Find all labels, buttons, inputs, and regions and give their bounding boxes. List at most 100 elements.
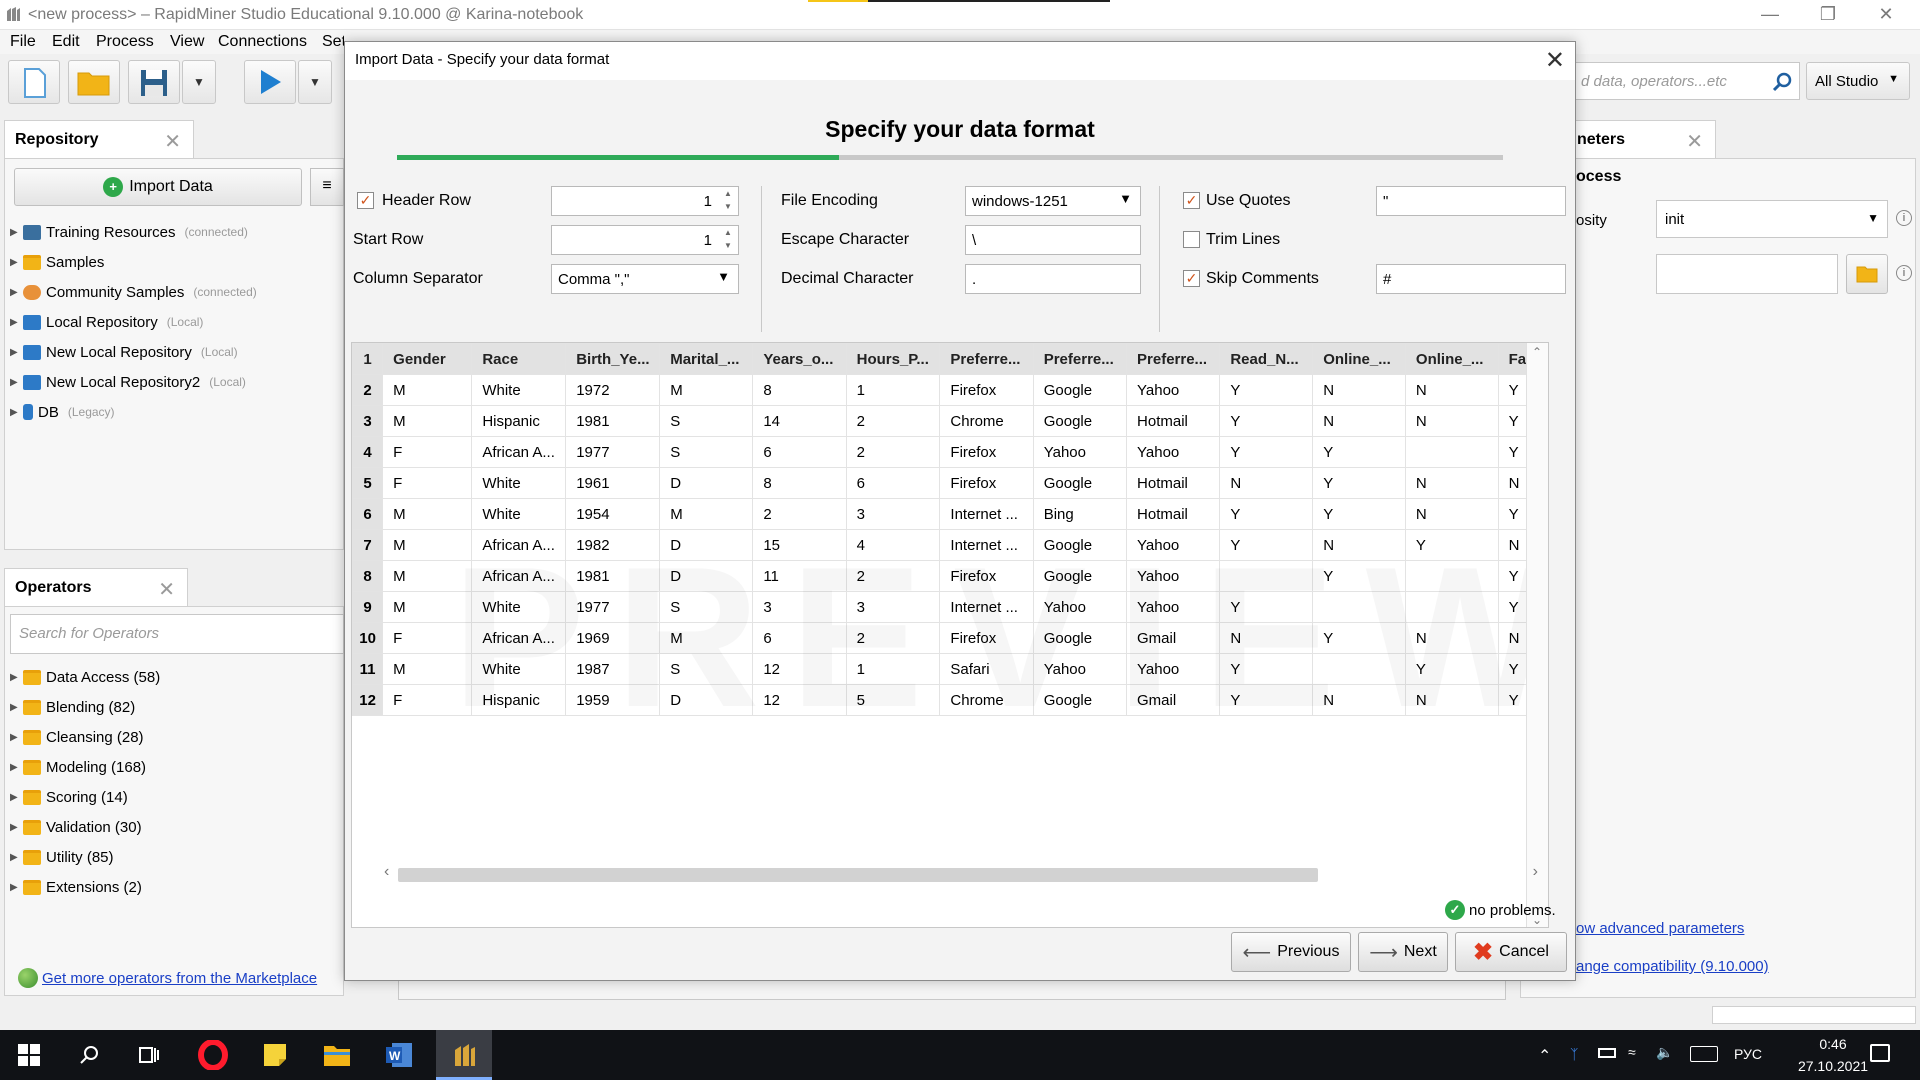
menu-process[interactable]: Process bbox=[96, 33, 154, 51]
column-header[interactable]: Preferre... bbox=[1032, 343, 1128, 375]
table-cell[interactable]: Yahoo bbox=[1126, 436, 1221, 468]
repo-item-training-resources[interactable]: ▶ Training Resources (connected) bbox=[10, 220, 248, 244]
cancel-button[interactable]: ✖ Cancel bbox=[1455, 932, 1567, 972]
repository-menu-icon[interactable]: ≡ bbox=[310, 168, 344, 206]
global-search-input[interactable]: d data, operators...etc bbox=[1574, 62, 1800, 100]
operator-group-extensions[interactable]: ▶ Extensions (2) bbox=[10, 875, 142, 899]
quote-character-input[interactable]: " bbox=[1376, 186, 1566, 216]
show-hidden-icons-icon[interactable]: ⌃ bbox=[1538, 1046, 1551, 1066]
table-cell[interactable]: N bbox=[1219, 467, 1314, 499]
table-cell[interactable]: Firefox bbox=[939, 436, 1034, 468]
logverbosity-select[interactable]: init ▼ bbox=[1656, 200, 1888, 238]
run-process-button[interactable] bbox=[244, 60, 296, 104]
expand-arrow-icon[interactable]: ▶ bbox=[10, 347, 18, 358]
column-separator-select[interactable]: Comma "," ▼ bbox=[551, 264, 739, 294]
expand-arrow-icon[interactable]: ▶ bbox=[10, 822, 18, 833]
table-cell[interactable]: F bbox=[382, 467, 473, 499]
table-cell[interactable]: S bbox=[659, 436, 754, 468]
file-explorer-taskbar-button[interactable] bbox=[312, 1030, 362, 1080]
table-cell[interactable]: Y bbox=[1219, 405, 1314, 437]
operator-group-data-access[interactable]: ▶ Data Access (58) bbox=[10, 665, 160, 689]
table-cell[interactable]: D bbox=[659, 467, 754, 499]
table-cell[interactable]: 6 bbox=[845, 467, 941, 499]
spin-down-icon[interactable]: ▼ bbox=[722, 241, 734, 250]
table-cell[interactable]: Google bbox=[1032, 374, 1128, 406]
expand-arrow-icon[interactable]: ▶ bbox=[10, 792, 18, 803]
task-view-button[interactable] bbox=[124, 1030, 174, 1080]
table-cell[interactable]: N bbox=[1404, 374, 1499, 406]
table-cell[interactable]: N bbox=[1312, 374, 1406, 406]
logfile-input[interactable] bbox=[1656, 254, 1838, 294]
browse-folder-button[interactable] bbox=[1846, 254, 1888, 294]
menu-file[interactable]: File bbox=[10, 33, 36, 51]
language-indicator[interactable]: РУС bbox=[1734, 1046, 1762, 1062]
next-button[interactable]: ⟶ Next bbox=[1358, 932, 1448, 972]
scroll-up-icon[interactable]: ⌃ bbox=[1532, 345, 1542, 359]
table-cell[interactable]: White bbox=[471, 467, 567, 499]
volume-icon[interactable]: 🔈 bbox=[1656, 1044, 1673, 1061]
expand-arrow-icon[interactable]: ▶ bbox=[10, 672, 18, 683]
clock-date[interactable]: 27.10.2021 bbox=[1790, 1058, 1876, 1074]
column-header[interactable]: Marital_... bbox=[659, 343, 754, 375]
wifi-icon[interactable]: ≈ bbox=[1628, 1044, 1636, 1060]
operator-group-scoring[interactable]: ▶ Scoring (14) bbox=[10, 785, 128, 809]
info-icon[interactable]: i bbox=[1896, 210, 1912, 226]
table-cell[interactable]: Yahoo bbox=[1126, 374, 1221, 406]
tab-operators[interactable]: Operators ✕ bbox=[4, 568, 188, 606]
expand-arrow-icon[interactable]: ▶ bbox=[10, 317, 18, 328]
header-row-checkbox[interactable]: ✓ bbox=[357, 192, 374, 209]
expand-arrow-icon[interactable]: ▶ bbox=[10, 702, 18, 713]
table-cell[interactable]: Firefox bbox=[939, 374, 1034, 406]
bluetooth-icon[interactable]: ᛉ bbox=[1570, 1046, 1578, 1062]
notifications-icon[interactable] bbox=[1870, 1044, 1890, 1062]
change-compatibility-link[interactable]: ange compatibility (9.10.000) bbox=[1576, 958, 1769, 975]
menu-edit[interactable]: Edit bbox=[52, 33, 80, 51]
column-header[interactable]: Preferre... bbox=[939, 343, 1034, 375]
table-cell[interactable]: Yahoo bbox=[1032, 436, 1128, 468]
menu-view[interactable]: View bbox=[170, 33, 204, 51]
table-cell[interactable]: M bbox=[382, 374, 473, 406]
expand-arrow-icon[interactable]: ▶ bbox=[10, 377, 18, 388]
tab-repository[interactable]: Repository ✕ bbox=[4, 120, 194, 158]
table-cell[interactable]: 1977 bbox=[565, 436, 661, 468]
column-header[interactable]: Online_... bbox=[1404, 343, 1499, 375]
repo-item-local-repository[interactable]: ▶ Local Repository (Local) bbox=[10, 310, 203, 334]
trim-lines-checkbox[interactable] bbox=[1183, 231, 1200, 248]
close-icon[interactable]: ✕ bbox=[1858, 0, 1914, 30]
repo-item-new-local-repository2[interactable]: ▶ New Local Repository2 (Local) bbox=[10, 370, 246, 394]
table-cell[interactable]: Google bbox=[1032, 405, 1128, 437]
decimal-character-input[interactable]: . bbox=[965, 264, 1141, 294]
close-icon[interactable]: ✕ bbox=[1545, 46, 1565, 75]
keyboard-icon[interactable] bbox=[1690, 1046, 1718, 1062]
battery-icon[interactable] bbox=[1598, 1048, 1616, 1058]
save-button[interactable] bbox=[128, 60, 180, 104]
header-row-spinner[interactable]: 1 ▲ ▼ bbox=[551, 186, 739, 216]
use-quotes-checkbox[interactable]: ✓ bbox=[1183, 192, 1200, 209]
run-dropdown-button[interactable]: ▼ bbox=[298, 60, 332, 104]
operator-group-modeling[interactable]: ▶ Modeling (168) bbox=[10, 755, 146, 779]
table-cell[interactable]: 1972 bbox=[565, 374, 661, 406]
close-tab-icon[interactable]: ✕ bbox=[164, 129, 181, 154]
horizontal-scrollbar[interactable]: ‹ › bbox=[384, 863, 1544, 885]
table-cell[interactable]: African A... bbox=[471, 436, 567, 468]
vertical-scrollbar[interactable]: ⌃ ⌄ bbox=[1526, 343, 1548, 927]
expand-arrow-icon[interactable]: ▶ bbox=[10, 287, 18, 298]
column-header[interactable]: Birth_Ye... bbox=[565, 343, 661, 375]
clock-time[interactable]: 0:46 bbox=[1798, 1036, 1868, 1052]
table-cell[interactable]: Hispanic bbox=[471, 405, 567, 437]
expand-arrow-icon[interactable]: ▶ bbox=[10, 852, 18, 863]
column-header[interactable]: Hours_P... bbox=[845, 343, 941, 375]
table-cell[interactable]: Google bbox=[1032, 467, 1128, 499]
table-cell[interactable]: M bbox=[659, 374, 754, 406]
skip-comments-checkbox[interactable]: ✓ bbox=[1183, 270, 1200, 287]
operator-group-utility[interactable]: ▶ Utility (85) bbox=[10, 845, 114, 869]
expand-arrow-icon[interactable]: ▶ bbox=[10, 227, 18, 238]
close-tab-icon[interactable]: ✕ bbox=[1686, 129, 1703, 154]
horizontal-scroll-thumb[interactable] bbox=[398, 868, 1318, 882]
repo-item-db[interactable]: ▶ DB (Legacy) bbox=[10, 400, 115, 424]
table-cell[interactable]: N bbox=[1404, 405, 1499, 437]
spin-down-icon[interactable]: ▼ bbox=[722, 202, 734, 211]
table-cell[interactable]: 1961 bbox=[565, 467, 661, 499]
file-encoding-select[interactable]: windows-1251 ▼ bbox=[965, 186, 1141, 216]
repo-item-community-samples[interactable]: ▶ Community Samples (connected) bbox=[10, 280, 257, 304]
